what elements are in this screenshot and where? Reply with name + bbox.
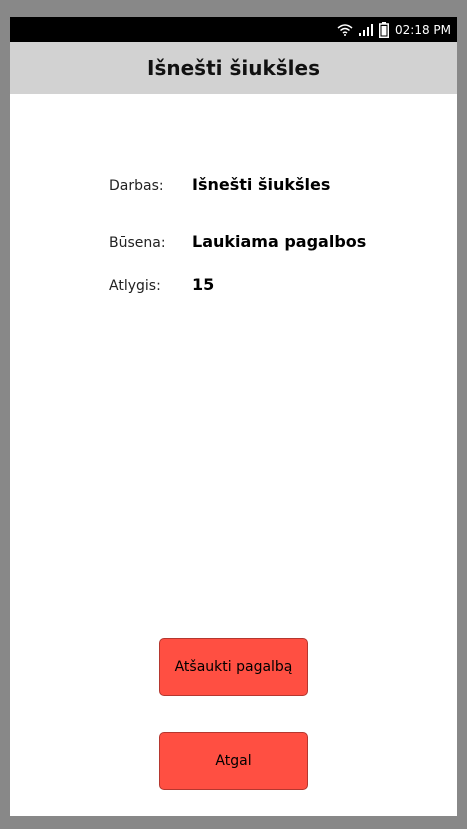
status-label: Būsena: <box>109 235 166 251</box>
job-row: Darbas: Išnešti šiukšles <box>109 175 330 194</box>
cancel-help-button[interactable]: Atšaukti pagalbą <box>159 638 308 696</box>
job-value: Išnešti šiukšles <box>192 175 331 194</box>
battery-icon <box>379 21 389 38</box>
reward-row: Atlygis: 15 <box>109 275 214 294</box>
status-clock: 02:18 PM <box>395 22 451 37</box>
reward-value: 15 <box>192 275 215 294</box>
status-row: Būsena: Laukiama pagalbos <box>109 232 366 251</box>
status-icons: 02:18 PM <box>337 17 451 42</box>
reward-label: Atlygis: <box>109 278 161 294</box>
status-bar: 02:18 PM <box>10 17 457 42</box>
page-title: Išnešti šiukšles <box>147 56 320 80</box>
phone-screen: 02:18 PM Išnešti šiukšles Darbas: Išnešt… <box>10 17 457 816</box>
wifi-icon <box>337 23 353 36</box>
signal-icon <box>359 23 373 36</box>
status-value: Laukiama pagalbos <box>192 232 367 251</box>
title-bar: Išnešti šiukšles <box>10 42 457 94</box>
job-label: Darbas: <box>109 178 164 194</box>
back-button[interactable]: Atgal <box>159 732 308 790</box>
